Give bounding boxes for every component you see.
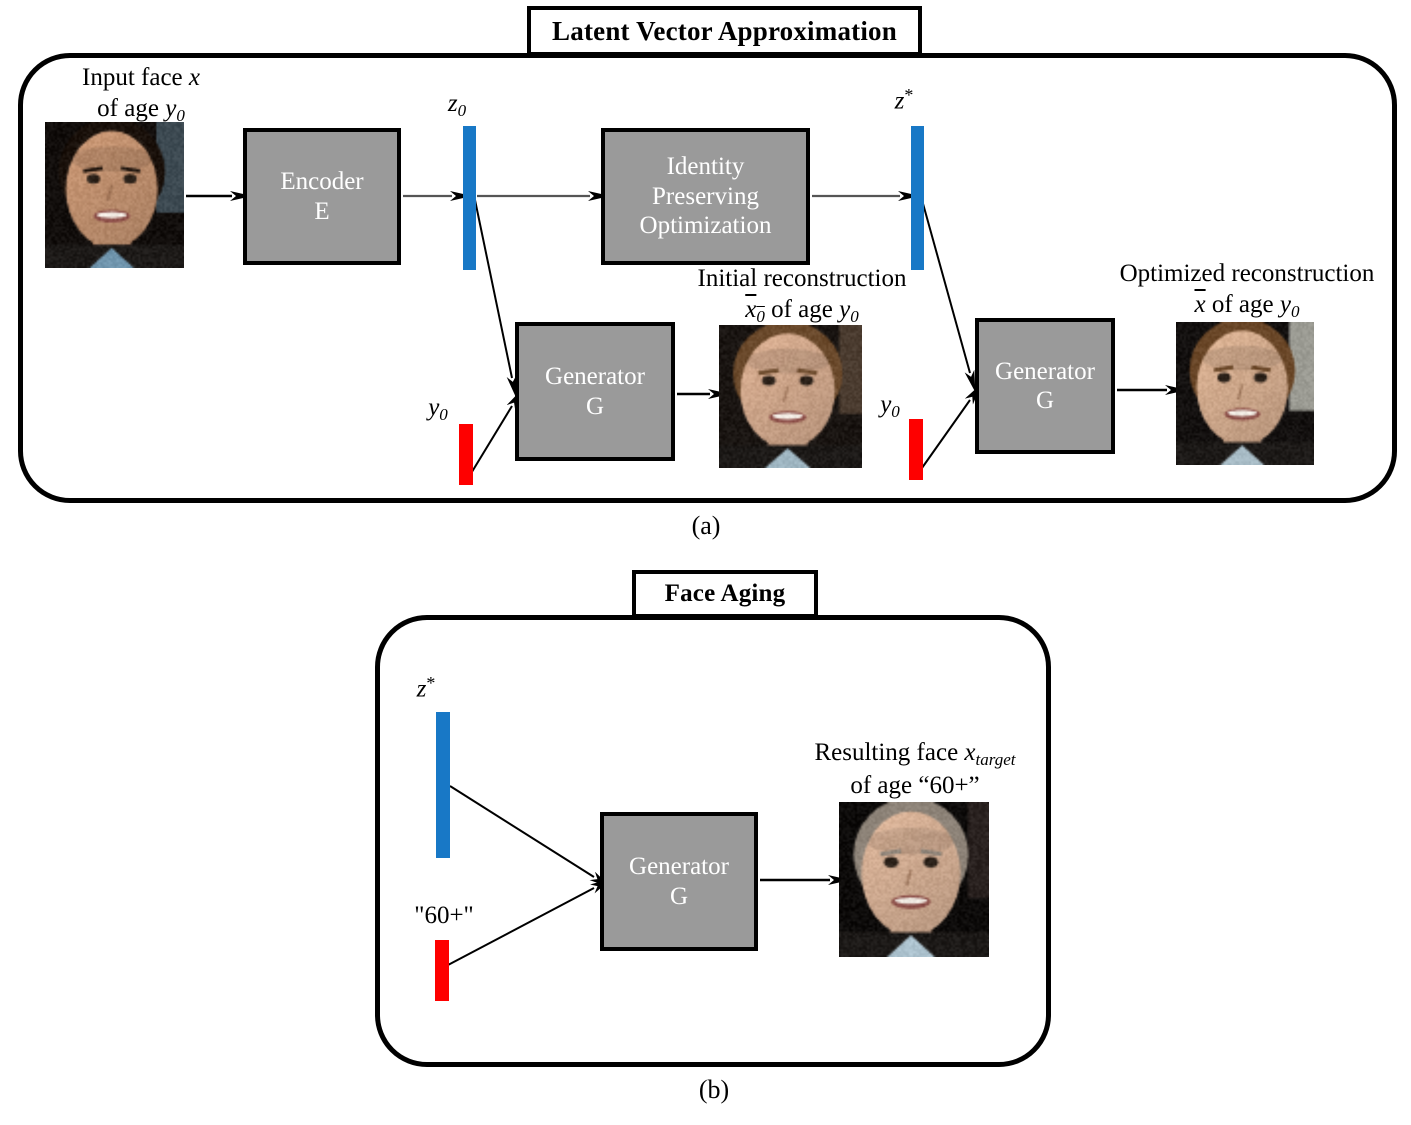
z-star-label-b: z* (416, 673, 436, 703)
initial-reconstruction-line1: Initial reconstruction (697, 265, 907, 292)
condition-bar-y0-2 (909, 419, 923, 480)
condition-bar-target-age (435, 940, 449, 1001)
identity-preserving-optimization-box: Identity Preserving Optimization (601, 128, 810, 265)
optimized-reconstruction-line1: Optimized reconstruction (1119, 260, 1375, 287)
optimized-reconstruction-line2: x of age y0 (1194, 291, 1300, 321)
panel-b-caption: (b) (698, 1075, 730, 1104)
input-face-label-line1: Input face x (82, 64, 200, 91)
ipo-label-line2: Preserving (652, 182, 759, 210)
z-star-label-a: z* (894, 85, 914, 115)
latent-vector-bar-z-star-a (911, 126, 924, 270)
optimized-reconstruction-label: Optimized reconstruction x of age y0 (1102, 258, 1392, 322)
generator1-label-line2: G (585, 392, 605, 420)
panel-a-caption: (a) (691, 511, 721, 540)
generator1-label-line1: Generator (545, 363, 645, 390)
condition-bar-y0-1 (459, 424, 473, 485)
z0-label: z0 (447, 90, 467, 120)
encoder-label-line1: Encoder (280, 168, 364, 195)
aged-result-photo (839, 802, 989, 957)
optimized-reconstruction-photo (1176, 322, 1314, 465)
initial-reconstruction-photo (719, 325, 862, 468)
generator3-label-line2: G (669, 882, 689, 910)
panel-a-title: Latent Vector Approximation (527, 6, 922, 56)
y0-label-1: y0 (428, 394, 448, 424)
input-face-label-line2: of age y0 (97, 95, 185, 125)
initial-reconstruction-line2: x0 of age y0 (745, 296, 859, 326)
encoder-label-line2: E (314, 197, 330, 225)
resulting-face-label: Resulting face xtarget of age “60+” (790, 737, 1040, 801)
generator2-label-line2: G (1035, 387, 1055, 414)
latent-vector-bar-z0 (463, 126, 476, 270)
panel-b-title: Face Aging (632, 570, 818, 618)
input-face-photo (45, 122, 184, 268)
generator2-label-line1: Generator (995, 357, 1095, 385)
target-age-label: "60+" (414, 902, 474, 929)
encoder-box: Encoder E (243, 128, 401, 265)
input-face-label: Input face x of age y0 (56, 62, 226, 126)
latent-vector-bar-z-star-b (436, 712, 450, 858)
resulting-face-line1: Resulting face xtarget (814, 739, 1016, 769)
initial-reconstruction-label: Initial reconstruction x0 of age y0 (672, 263, 932, 327)
ipo-label-line3: Optimization (639, 212, 772, 240)
generator3-label-line1: Generator (629, 853, 729, 880)
resulting-face-line2: of age “60+” (850, 772, 980, 799)
y0-label-2: y0 (880, 391, 900, 421)
ipo-label-line1: Identity (666, 153, 745, 181)
generator-box-1: Generator G (515, 322, 675, 461)
figure-canvas: Latent Vector Approximation Face Aging I… (0, 0, 1411, 1125)
generator-box-3: Generator G (600, 812, 758, 951)
generator-box-2: Generator G (975, 318, 1115, 454)
